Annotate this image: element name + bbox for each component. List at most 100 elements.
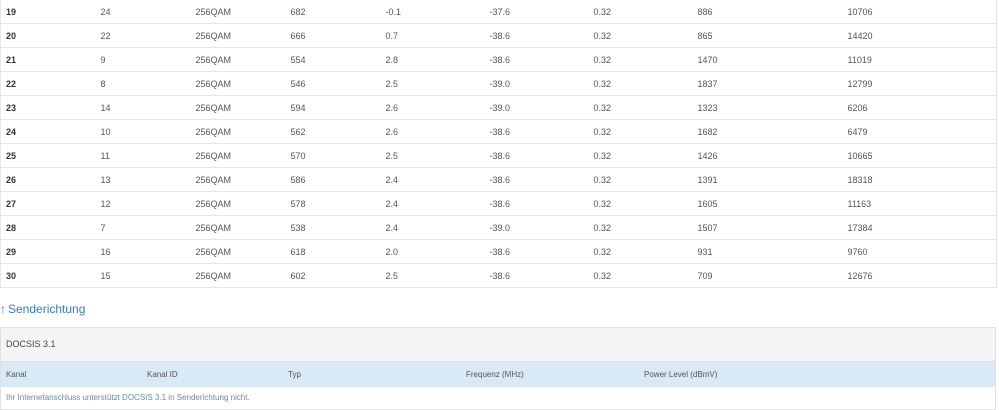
table-cell: 16 bbox=[95, 239, 191, 264]
table-cell: 0.32 bbox=[588, 167, 693, 192]
table-cell: 594 bbox=[285, 95, 381, 120]
table-cell: 256QAM bbox=[190, 119, 286, 144]
table-row: 21 9 256QAM 554 2.8 -38.6 0.32 1470 11019 bbox=[0, 47, 997, 72]
table-cell: 1391 bbox=[692, 167, 843, 192]
table-cell: 709 bbox=[692, 263, 843, 288]
table-cell: 256QAM bbox=[190, 239, 286, 264]
table-row: 19 24 256QAM 682 -0.1 -37.6 0.32 886 10706 bbox=[1, 0, 997, 24]
table-cell: 15 bbox=[95, 263, 191, 288]
table-cell: 1837 bbox=[692, 71, 843, 96]
table-row: 23 14 256QAM 594 2.6 -39.0 0.32 1323 6206 bbox=[0, 95, 997, 120]
table-cell: 24 bbox=[0, 119, 96, 144]
table-cell: -38.6 bbox=[484, 191, 589, 216]
table-row: 27 12 256QAM 578 2.4 -38.6 0.32 1605 11163 bbox=[0, 191, 997, 216]
table-cell: 1682 bbox=[692, 119, 843, 144]
table-cell: 27 bbox=[0, 191, 96, 216]
table-row: 29 16 256QAM 618 2.0 -38.6 0.32 931 9760 bbox=[0, 239, 997, 264]
table-cell: 2.4 bbox=[380, 215, 485, 240]
table-cell: 14 bbox=[95, 95, 191, 120]
table-cell: 6206 bbox=[842, 95, 997, 120]
column-header-kanal: Kanal bbox=[6, 370, 27, 379]
table-cell: 2.6 bbox=[380, 119, 485, 144]
table-cell: 570 bbox=[285, 143, 381, 168]
table-cell: 2.6 bbox=[380, 95, 485, 120]
table-cell: 2.4 bbox=[380, 191, 485, 216]
column-header-kanal-id: Kanal ID bbox=[147, 370, 178, 379]
table-cell: 256QAM bbox=[190, 191, 286, 216]
table-cell: 2.4 bbox=[380, 167, 485, 192]
table-cell: 682 bbox=[290, 6, 306, 17]
table-cell: 256QAM bbox=[190, 71, 286, 96]
table-cell: 0.32 bbox=[588, 239, 693, 264]
table-cell: 602 bbox=[285, 263, 381, 288]
table-cell: 256QAM bbox=[190, 167, 286, 192]
table-row: 20 22 256QAM 666 0.7 -38.6 0.32 865 14420 bbox=[0, 23, 997, 48]
table-cell: 14420 bbox=[842, 23, 997, 48]
table-cell: -38.6 bbox=[484, 119, 589, 144]
table-cell: 554 bbox=[285, 47, 381, 72]
table-cell: 256QAM bbox=[190, 263, 286, 288]
table-cell: 7 bbox=[95, 215, 191, 240]
table-cell: 0.7 bbox=[380, 23, 485, 48]
table-cell: 1605 bbox=[692, 191, 843, 216]
table-cell: 1470 bbox=[692, 47, 843, 72]
table-cell: 256QAM bbox=[190, 95, 286, 120]
table-cell: 2.5 bbox=[380, 71, 485, 96]
table-cell: 2.5 bbox=[380, 263, 485, 288]
table-cell: -39.0 bbox=[484, 71, 589, 96]
table-cell: 0.32 bbox=[588, 71, 693, 96]
table-cell: 538 bbox=[285, 215, 381, 240]
senderichtung-link-label: Senderichtung bbox=[8, 302, 86, 316]
table-cell: 0.32 bbox=[588, 119, 693, 144]
table-cell: 17384 bbox=[842, 215, 997, 240]
table-cell: 586 bbox=[285, 167, 381, 192]
table-cell: 256QAM bbox=[190, 23, 286, 48]
table-cell: 20 bbox=[0, 23, 96, 48]
table-cell: 22 bbox=[0, 71, 96, 96]
table-cell: 1323 bbox=[692, 95, 843, 120]
table-cell: 578 bbox=[285, 191, 381, 216]
table-cell: 11 bbox=[95, 143, 191, 168]
table-cell: 12676 bbox=[842, 263, 997, 288]
table-cell: -38.6 bbox=[484, 143, 589, 168]
table-cell: 9 bbox=[95, 47, 191, 72]
table-cell: 2.5 bbox=[380, 143, 485, 168]
table-cell: 0.32 bbox=[588, 95, 693, 120]
upstream-table-header: Kanal Kanal ID Typ Frequenz (MHz) Power … bbox=[1, 362, 995, 387]
table-cell: 28 bbox=[0, 215, 96, 240]
panel-title: DOCSIS 3.1 bbox=[1, 328, 995, 362]
table-cell: 10665 bbox=[842, 143, 997, 168]
up-arrow-icon: ↑ bbox=[0, 302, 6, 316]
table-cell: -38.6 bbox=[484, 167, 589, 192]
not-supported-message: Ihr Internetanschluss unterstützt DOCSIS… bbox=[1, 387, 995, 410]
table-cell: 1507 bbox=[692, 215, 843, 240]
table-cell: 256QAM bbox=[190, 143, 286, 168]
table-cell: 8 bbox=[95, 71, 191, 96]
column-header-typ: Typ bbox=[288, 370, 301, 379]
table-cell: 0.32 bbox=[588, 263, 693, 288]
table-cell: 0.32 bbox=[588, 191, 693, 216]
downstream-channel-table: 19 24 256QAM 682 -0.1 -37.6 0.32 886 10706 20 22 25… bbox=[0, 0, 997, 288]
column-header-power-level: Power Level (dBmV) bbox=[644, 370, 718, 379]
senderichtung-link[interactable]: ↑ Senderichtung bbox=[0, 302, 85, 316]
table-cell: 12799 bbox=[842, 71, 997, 96]
table-cell: -39.0 bbox=[484, 215, 589, 240]
table-cell: 12 bbox=[95, 191, 191, 216]
table-cell: -38.6 bbox=[484, 239, 589, 264]
table-cell: 23 bbox=[0, 95, 96, 120]
column-header-frequenz: Frequenz (MHz) bbox=[466, 370, 524, 379]
table-cell: 2.8 bbox=[380, 47, 485, 72]
table-row: 26 13 256QAM 586 2.4 -38.6 0.32 1391 18318 bbox=[0, 167, 997, 192]
table-cell: 0.32 bbox=[588, 215, 693, 240]
table-cell: 22 bbox=[95, 23, 191, 48]
table-cell: 0.32 bbox=[588, 23, 693, 48]
table-cell: 2.0 bbox=[380, 239, 485, 264]
downstream-table-body: 19 24 256QAM 682 -0.1 -37.6 0.32 886 10706 20 22 25… bbox=[0, 0, 997, 288]
table-cell: 10 bbox=[95, 119, 191, 144]
docsis31-upstream-panel: DOCSIS 3.1 Kanal Kanal ID Typ Frequenz (… bbox=[0, 327, 996, 410]
table-cell: 11163 bbox=[842, 191, 997, 216]
table-cell: 256QAM bbox=[195, 6, 232, 17]
table-cell: 0.32 bbox=[593, 6, 612, 17]
table-cell: 26 bbox=[0, 167, 96, 192]
table-cell: 618 bbox=[285, 239, 381, 264]
